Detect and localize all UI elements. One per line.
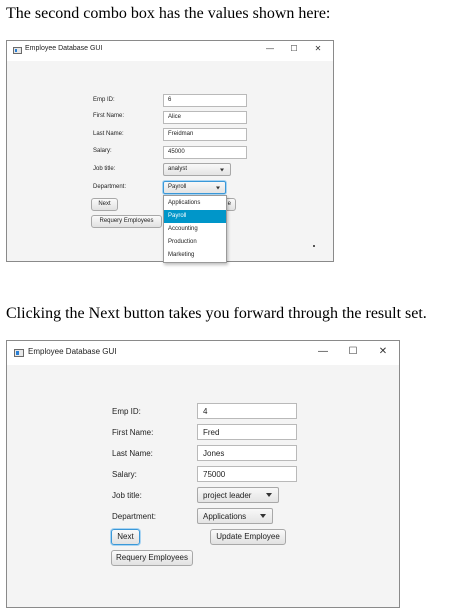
dropdown-option-accounting[interactable]: Accounting	[164, 223, 226, 236]
close-button[interactable]: ✕	[375, 346, 391, 357]
department-combo[interactable]: Applications	[197, 508, 273, 524]
chevron-down-icon	[216, 186, 220, 189]
requery-employees-button[interactable]: Requery Employees	[111, 550, 193, 566]
window-title: Employee Database GUI	[25, 45, 103, 52]
salary-label: Salary:	[93, 148, 112, 154]
job-title-combo[interactable]: analyst	[163, 163, 231, 176]
department-combo-value: Applications	[203, 512, 247, 521]
department-dropdown-list[interactable]: Applications Payroll Accounting Producti…	[163, 195, 227, 263]
maximize-button[interactable]: ☐	[287, 44, 301, 53]
window-client-area: Emp ID: First Name: Last Name: Salary: J…	[7, 365, 399, 607]
emp-id-field[interactable]: 4	[197, 403, 297, 419]
close-button[interactable]: ✕	[311, 44, 325, 53]
title-bar[interactable]: Employee Database GUI — ☐ ✕	[7, 341, 399, 365]
salary-field[interactable]: 45000	[163, 146, 247, 159]
first-name-label: First Name:	[112, 428, 154, 437]
caption-middle: Clicking the Next button takes you forwa…	[6, 305, 427, 322]
dropdown-option-applications[interactable]: Applications	[164, 197, 226, 210]
dropdown-option-payroll[interactable]: Payroll	[164, 210, 226, 223]
status-dot	[313, 245, 315, 247]
minimize-button[interactable]: —	[263, 44, 277, 53]
job-title-combo[interactable]: project leader	[197, 487, 279, 503]
job-title-label: Job title:	[112, 491, 142, 500]
employee-window-2: Employee Database GUI — ☐ ✕ Emp ID: Firs…	[6, 340, 400, 608]
chevron-down-icon	[220, 168, 224, 171]
next-button[interactable]: Next	[111, 529, 140, 545]
requery-employees-button[interactable]: Requery Employees	[91, 215, 162, 228]
job-title-combo-value: analyst	[168, 166, 188, 172]
maximize-button[interactable]: ☐	[345, 346, 361, 357]
title-bar[interactable]: Employee Database GUI — ☐ ✕	[7, 41, 333, 61]
next-button[interactable]: Next	[91, 198, 118, 211]
department-combo-value: Payroll	[168, 184, 187, 190]
last-name-label: Last Name:	[93, 131, 124, 137]
job-title-label: Job title:	[93, 166, 116, 172]
chevron-down-icon	[266, 493, 272, 497]
app-window-icon	[13, 47, 22, 54]
update-employee-button[interactable]: Update Employee	[210, 529, 286, 545]
last-name-field[interactable]: Jones	[197, 445, 297, 461]
minimize-button[interactable]: —	[315, 346, 331, 357]
emp-id-field[interactable]: 6	[163, 94, 247, 107]
first-name-label: First Name:	[93, 113, 125, 119]
emp-id-label: Emp ID:	[112, 407, 141, 416]
dropdown-option-marketing[interactable]: Marketing	[164, 249, 226, 262]
employee-window-1: Employee Database GUI — ☐ ✕ Emp ID: Firs…	[6, 40, 334, 263]
salary-label: Salary:	[112, 470, 137, 479]
salary-field[interactable]: 75000	[197, 466, 297, 482]
caption-top: The second combo box has the values show…	[6, 5, 331, 22]
window-client-area: Emp ID: First Name: Last Name: Salary: J…	[7, 61, 333, 263]
app-window-icon	[14, 349, 24, 357]
first-name-field[interactable]: Alice	[163, 111, 247, 124]
department-label: Department:	[112, 512, 157, 521]
emp-id-label: Emp ID:	[93, 97, 115, 103]
window-title: Employee Database GUI	[28, 347, 117, 356]
first-name-field[interactable]: Fred	[197, 424, 297, 440]
last-name-field[interactable]: Freidman	[163, 128, 247, 141]
dropdown-option-production[interactable]: Production	[164, 236, 226, 249]
job-title-combo-value: project leader	[203, 491, 252, 500]
chevron-down-icon	[260, 514, 266, 518]
department-label: Department:	[93, 184, 127, 190]
department-combo[interactable]: Payroll	[163, 181, 226, 194]
last-name-label: Last Name:	[112, 449, 153, 458]
